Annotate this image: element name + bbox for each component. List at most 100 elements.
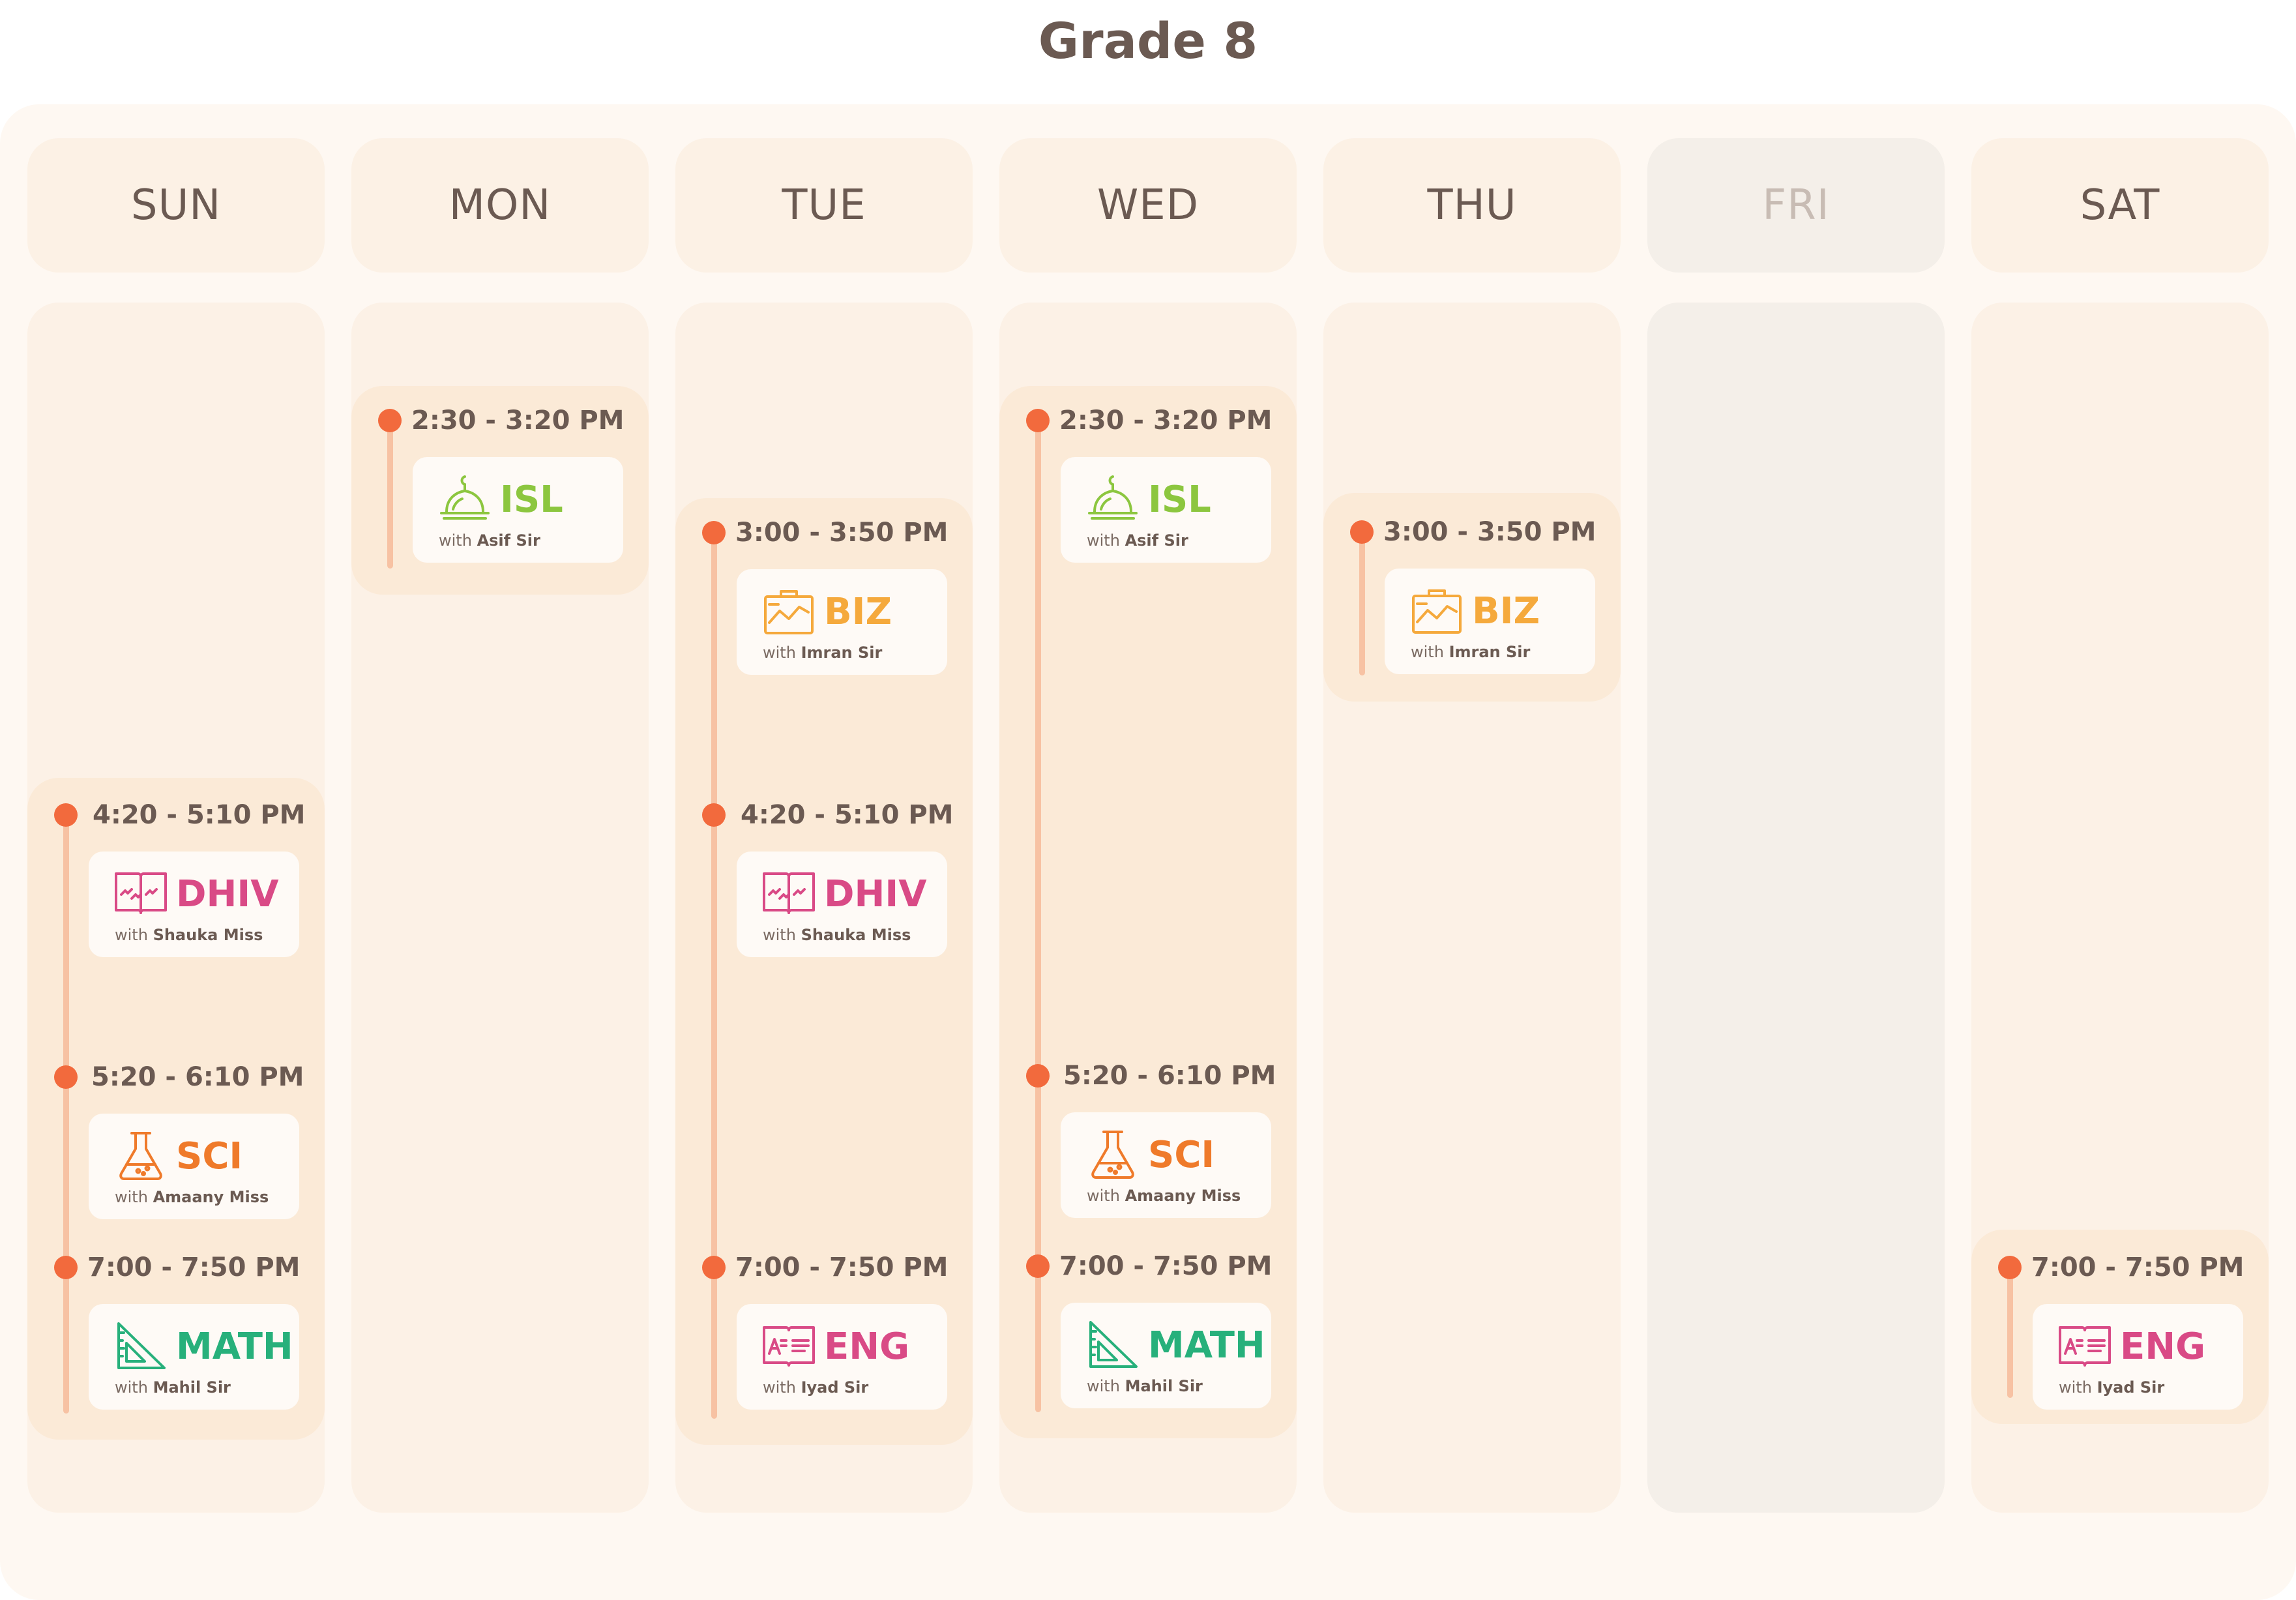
class-card-math[interactable]: MATH with Mahil Sir	[1061, 1303, 1271, 1408]
class-time: 7:00 - 7:50 PM	[1059, 1251, 1273, 1281]
class-card-sci[interactable]: SCI with Amaany Miss	[89, 1114, 299, 1219]
timeline-dot	[1026, 1064, 1050, 1088]
class-card-isl[interactable]: ISL with Asif Sir	[413, 457, 623, 563]
subject-label: BIZ	[1472, 590, 1540, 632]
english-book-icon	[761, 1320, 816, 1372]
business-chart-icon	[1409, 584, 1464, 636]
class-time: 4:20 - 5:10 PM	[93, 800, 306, 830]
class-time: 3:00 - 3:50 PM	[735, 518, 949, 548]
with-prefix: with	[1411, 643, 1444, 661]
open-book-script-icon	[113, 867, 168, 919]
teacher-name: Amaany Miss	[153, 1188, 269, 1206]
subject-label: ENG	[2120, 1326, 2206, 1368]
teacher-line: with Mahil Sir	[115, 1378, 231, 1397]
class-time: 4:20 - 5:10 PM	[741, 800, 954, 830]
class-card-sci[interactable]: SCI with Amaany Miss	[1061, 1112, 1271, 1218]
with-prefix: with	[1087, 1377, 1120, 1395]
class-time: 7:00 - 7:50 PM	[735, 1252, 949, 1282]
teacher-line: with Asif Sir	[439, 531, 540, 550]
class-time: 2:30 - 3:20 PM	[411, 406, 625, 436]
teacher-line: with Imran Sir	[763, 644, 882, 662]
with-prefix: with	[439, 531, 472, 550]
class-card-biz[interactable]: BIZ with Imran Sir	[737, 569, 947, 675]
class-card-eng[interactable]: ENG with Iyad Sir	[737, 1304, 947, 1410]
class-time: 7:00 - 7:50 PM	[2031, 1252, 2244, 1282]
subject-label: BIZ	[824, 591, 892, 633]
flask-icon	[1085, 1128, 1140, 1180]
teacher-name: Amaany Miss	[1125, 1187, 1241, 1205]
class-card-biz[interactable]: BIZ with Imran Sir	[1385, 569, 1595, 674]
timeline-line	[2007, 1267, 2013, 1398]
timeline-line	[1359, 532, 1365, 675]
set-square-icon	[1085, 1318, 1140, 1370]
teacher-name: Iyad Sir	[2097, 1378, 2165, 1397]
subject-label: DHIV	[176, 873, 279, 915]
class-time: 2:30 - 3:20 PM	[1059, 406, 1273, 436]
teacher-line: with Iyad Sir	[763, 1378, 868, 1397]
with-prefix: with	[2059, 1378, 2092, 1397]
subject-label: MATH	[176, 1326, 293, 1368]
day-header-fri: FRI	[1647, 138, 1945, 273]
timeline-dot	[1350, 520, 1374, 544]
timeline-dot	[702, 521, 726, 544]
day-header-sun: SUN	[27, 138, 325, 273]
timeline-line	[711, 533, 717, 1419]
with-prefix: with	[1087, 1187, 1120, 1205]
subject-label: ISL	[1148, 479, 1211, 521]
timeline-line	[387, 421, 393, 569]
subject-label: SCI	[1148, 1134, 1215, 1176]
class-card-dhiv[interactable]: DHIV with Shauka Miss	[89, 852, 299, 957]
teacher-name: Imran Sir	[1449, 643, 1531, 661]
with-prefix: with	[763, 644, 796, 662]
timeline-dot	[54, 1065, 78, 1089]
with-prefix: with	[763, 1378, 796, 1397]
english-book-icon	[2057, 1320, 2112, 1372]
set-square-icon	[113, 1320, 168, 1372]
class-card-isl[interactable]: ISL with Asif Sir	[1061, 457, 1271, 563]
with-prefix: with	[115, 1188, 148, 1206]
class-card-dhiv[interactable]: DHIV with Shauka Miss	[737, 852, 947, 957]
teacher-name: Mahil Sir	[1125, 1377, 1203, 1395]
subject-label: SCI	[176, 1135, 243, 1178]
day-header-tue: TUE	[675, 138, 973, 273]
teacher-name: Mahil Sir	[153, 1378, 231, 1397]
teacher-name: Iyad Sir	[801, 1378, 869, 1397]
with-prefix: with	[763, 926, 796, 944]
subject-label: DHIV	[824, 873, 927, 915]
flask-icon	[113, 1129, 168, 1181]
mosque-dome-icon	[437, 473, 492, 525]
page-title: Grade 8	[1038, 12, 1258, 70]
day-header-wed: WED	[999, 138, 1297, 273]
timeline-dot	[378, 409, 402, 432]
timeline-dot	[1026, 409, 1050, 432]
day-column-thu	[1323, 303, 1621, 1513]
teacher-line: with Shauka Miss	[115, 926, 263, 944]
teacher-name: Asif Sir	[1125, 531, 1188, 550]
open-book-script-icon	[761, 867, 816, 919]
subject-label: MATH	[1148, 1324, 1265, 1367]
timeline-dot	[54, 803, 78, 827]
teacher-line: with Amaany Miss	[115, 1188, 269, 1206]
day-header-sat: SAT	[1971, 138, 2269, 273]
business-chart-icon	[761, 585, 816, 637]
subject-label: ISL	[500, 479, 563, 521]
day-header-thu: THU	[1323, 138, 1621, 273]
timeline-dot	[702, 803, 726, 827]
timeline-dot	[54, 1256, 78, 1279]
class-time: 5:20 - 6:10 PM	[1063, 1061, 1276, 1091]
day-header-mon: MON	[351, 138, 649, 273]
day-column-fri	[1647, 303, 1945, 1513]
class-time: 3:00 - 3:50 PM	[1383, 517, 1597, 547]
teacher-name: Imran Sir	[801, 644, 883, 662]
class-card-eng[interactable]: ENG with Iyad Sir	[2033, 1304, 2243, 1410]
teacher-name: Shauka Miss	[153, 926, 263, 944]
teacher-line: with Imran Sir	[1411, 643, 1530, 661]
teacher-line: with Amaany Miss	[1087, 1187, 1241, 1205]
timeline-dot	[702, 1256, 726, 1279]
with-prefix: with	[1087, 531, 1120, 550]
class-card-math[interactable]: MATH with Mahil Sir	[89, 1304, 299, 1410]
subject-label: ENG	[824, 1326, 910, 1368]
teacher-line: with Mahil Sir	[1087, 1377, 1203, 1395]
teacher-line: with Shauka Miss	[763, 926, 911, 944]
teacher-line: with Iyad Sir	[2059, 1378, 2164, 1397]
